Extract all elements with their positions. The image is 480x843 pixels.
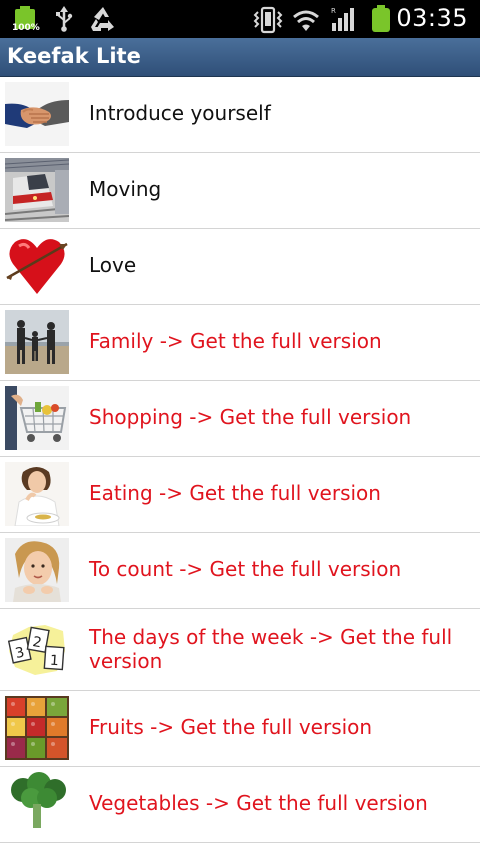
list-item-label: Eating -> Get the full version [89,481,381,505]
list-item-days-of-the-week[interactable]: 3 2 1 The days of the week -> Get the fu… [0,609,480,691]
list-item-eating[interactable]: Eating -> Get the full version [0,457,480,533]
train-image [5,158,69,222]
child-counting-image [5,538,69,602]
list-item-label: To count -> Get the full version [89,557,402,581]
svg-text:R: R [331,7,336,15]
family-image [5,310,69,374]
calendar-image: 3 2 1 [5,617,69,681]
list-item-label: Introduce yourself [89,101,271,125]
handshake-image [5,82,69,146]
battery-icon [372,5,390,32]
shopping-cart-image [5,386,69,450]
list-item-label: The days of the week -> Get the full ver… [89,625,453,673]
vegetables-image [5,772,69,836]
usb-icon [56,6,73,32]
list-item-label: Moving [89,177,162,201]
eating-image [5,462,69,526]
list-item-label: Fruits -> Get the full version [89,715,373,739]
list-item-fruits[interactable]: Fruits -> Get the full version [0,691,480,767]
list-item-moving[interactable]: Moving [0,153,480,229]
list-item-to-count[interactable]: To count -> Get the full version [0,533,480,609]
list-item-vegetables[interactable]: Vegetables -> Get the full version [0,767,480,843]
fruit-stand-image [5,696,69,760]
app-title-bar: Keefak Lite [0,38,480,77]
wifi-icon [293,10,319,31]
list-item-label: Love [89,253,137,277]
signal-strength-icon: R [331,7,354,31]
list-item-label: Shopping -> Get the full version [89,405,412,429]
list-item-label: Vegetables -> Get the full version [89,791,428,815]
list-item-love[interactable]: Love [0,229,480,305]
battery-percent-text: 100% [12,23,40,33]
heart-image [5,234,69,298]
status-clock: 03:35 [396,4,468,32]
status-bar: 100% R 03:35 [0,0,480,38]
list-item-shopping[interactable]: Shopping -> Get the full version [0,381,480,457]
list-item-introduce-yourself[interactable]: Introduce yourself [0,77,480,153]
vibrate-icon [253,6,283,34]
app-title: Keefak Lite [7,44,141,68]
svg-text:1: 1 [49,653,59,670]
list-item-label: Family -> Get the full version [89,329,382,353]
topic-list: Introduce yourself Moving Love Family ->… [0,77,480,843]
recycle-icon [91,7,114,31]
list-item-family[interactable]: Family -> Get the full version [0,305,480,381]
